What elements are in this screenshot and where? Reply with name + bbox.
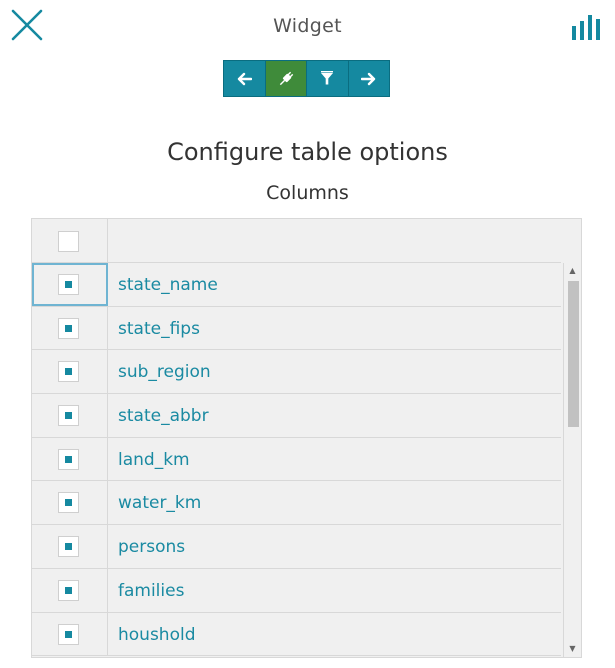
page-heading: Configure table options <box>167 138 448 166</box>
column-name: persons <box>118 537 186 558</box>
row-check-cell <box>32 525 108 568</box>
row-checkbox[interactable] <box>58 274 79 295</box>
row-checkbox[interactable] <box>58 448 79 470</box>
table-row[interactable]: state_abbr <box>32 394 561 438</box>
row-check-cell <box>32 568 108 612</box>
arrow-left-icon <box>238 72 253 85</box>
row-checkbox[interactable] <box>58 579 79 601</box>
connect-button[interactable] <box>265 61 307 96</box>
table-scrollbar[interactable]: ▲ ▼ <box>563 263 581 657</box>
row-check-cell <box>32 612 108 656</box>
chart-button[interactable] <box>570 12 604 42</box>
column-name: water_km <box>118 493 202 514</box>
column-name: state_abbr <box>118 406 209 427</box>
column-name: sub_region <box>118 362 211 383</box>
columns-table: state_name state_fips sub_region state_a… <box>31 218 582 658</box>
filter-button[interactable] <box>307 61 349 96</box>
scroll-up-arrow-icon[interactable]: ▲ <box>568 265 577 277</box>
bar-chart-icon <box>572 15 600 40</box>
column-name: houshold <box>118 624 196 645</box>
row-checkbox[interactable] <box>58 405 79 427</box>
row-checkbox[interactable] <box>58 492 79 514</box>
table-row[interactable]: land_km <box>32 437 561 482</box>
row-checkbox[interactable] <box>58 317 79 339</box>
scroll-down-arrow-icon[interactable]: ▼ <box>568 643 577 655</box>
table-header-row <box>32 219 561 263</box>
wizard-toolbar <box>223 60 390 97</box>
row-check-cell <box>32 306 108 350</box>
filter-icon <box>321 71 334 85</box>
table-row[interactable]: persons <box>32 525 561 569</box>
scroll-thumb[interactable] <box>568 281 579 427</box>
table-row[interactable]: houshold <box>32 612 561 657</box>
select-all-checkbox[interactable] <box>58 231 79 252</box>
table-row[interactable]: water_km <box>32 481 561 526</box>
window-title: Widget <box>273 15 342 37</box>
table-row[interactable]: state_name <box>32 263 561 307</box>
arrow-right-icon <box>360 72 375 85</box>
row-checkbox[interactable] <box>58 536 79 558</box>
header-check-cell <box>32 219 108 262</box>
back-button[interactable] <box>224 61 266 96</box>
row-check-cell <box>32 350 108 394</box>
section-heading: Columns <box>266 182 349 204</box>
table-row[interactable]: state_fips <box>32 306 561 351</box>
column-name: state_fips <box>118 318 200 339</box>
column-name: state_name <box>118 275 218 295</box>
row-check-cell <box>32 437 108 481</box>
row-checkbox[interactable] <box>58 623 79 645</box>
next-button[interactable] <box>348 61 389 96</box>
plug-icon <box>279 71 293 85</box>
row-check-cell <box>32 263 108 306</box>
table-row[interactable]: families <box>32 568 561 613</box>
row-check-cell <box>32 481 108 525</box>
table-rows: state_name state_fips sub_region state_a… <box>32 263 561 657</box>
row-checkbox[interactable] <box>58 361 79 383</box>
column-name: families <box>118 580 185 601</box>
table-row[interactable]: sub_region <box>32 350 561 395</box>
row-check-cell <box>32 394 108 437</box>
column-name: land_km <box>118 449 190 470</box>
